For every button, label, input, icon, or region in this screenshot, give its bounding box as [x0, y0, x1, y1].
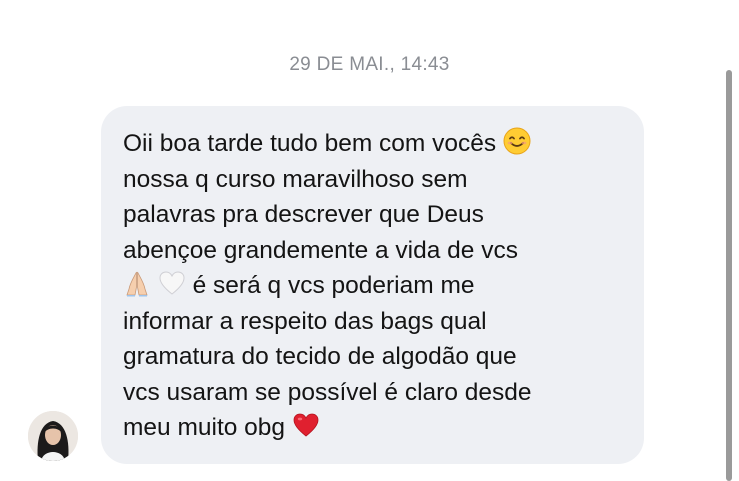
scrollbar[interactable]: [726, 70, 732, 481]
message-line: informar a respeito das bags qual: [123, 307, 487, 335]
message-line: palavras pra descrever que Deus: [123, 201, 484, 228]
message-line: abençoe grandemente a vida de vcs: [123, 236, 518, 264]
dm-conversation-view: 29 DE MAI., 14:43 Oii boa tarde tudo bem…: [0, 0, 739, 481]
message-line: é será q vcs poderiam me: [123, 268, 624, 304]
folded-hands-emoji: [126, 271, 148, 297]
message-line: meu muito obg: [123, 410, 624, 446]
message-line: nossa q curso maravilhoso sem: [123, 165, 468, 193]
message-line: gramatura do tecido de algodão que: [123, 343, 517, 370]
received-message-bubble[interactable]: Oii boa tarde tudo bem com vocês nossa q…: [101, 106, 644, 464]
message-line: Oii boa tarde tudo bem com vocês: [123, 126, 624, 162]
smiling-face-emoji: [503, 127, 531, 155]
red-heart-emoji: [293, 413, 319, 437]
sender-avatar[interactable]: [28, 411, 78, 461]
white-heart-emoji: [159, 271, 185, 295]
message-line: vcs usaram se possível é claro desde: [123, 378, 532, 406]
avatar-photo: [28, 411, 78, 461]
message-timestamp: 29 DE MAI., 14:43: [289, 54, 450, 75]
